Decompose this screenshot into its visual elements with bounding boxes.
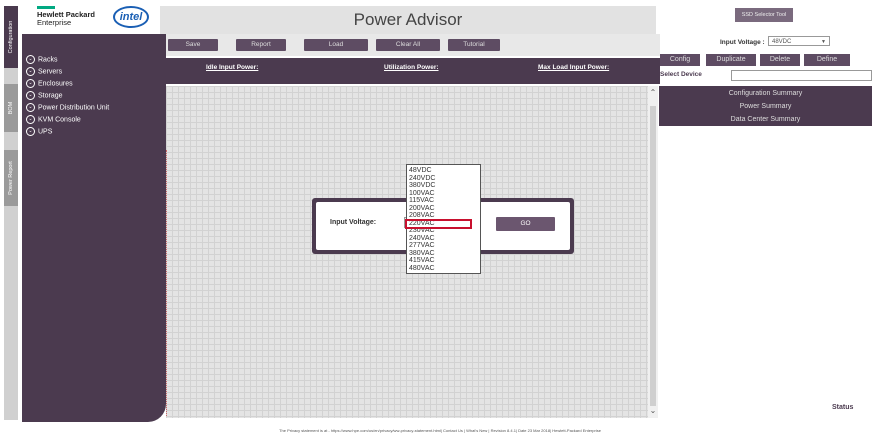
voltage-option[interactable]: 48VDC bbox=[409, 167, 432, 175]
scrollbar-thumb[interactable] bbox=[650, 106, 656, 406]
input-voltage-label: Input Voltage: bbox=[330, 219, 377, 226]
load-button[interactable]: Load bbox=[304, 39, 368, 51]
highlighted-option-outline bbox=[405, 219, 472, 229]
config-button[interactable]: Config bbox=[660, 54, 700, 66]
nav-item-pdu[interactable]: ⌄ Power Distribution Unit bbox=[26, 103, 109, 113]
chevron-down-icon: ⌄ bbox=[26, 67, 35, 76]
tab-configuration[interactable]: Configuration bbox=[4, 6, 18, 68]
voltage-option[interactable]: 380VDC bbox=[409, 182, 435, 190]
power-summary-link[interactable]: Power Summary bbox=[659, 103, 872, 110]
define-button[interactable]: Define bbox=[804, 54, 850, 66]
input-voltage-top-label: Input Voltage : bbox=[720, 39, 765, 46]
tab-bom[interactable]: BOM bbox=[4, 84, 18, 132]
nav-item-servers[interactable]: ⌄ Servers bbox=[26, 67, 62, 77]
voltage-option[interactable]: 415VAC bbox=[409, 257, 435, 265]
power-summary-bar bbox=[166, 58, 660, 84]
scroll-up-icon[interactable]: ⌃ bbox=[648, 88, 658, 97]
voltage-option[interactable]: 200VAC bbox=[409, 205, 435, 213]
configuration-summary-link[interactable]: Configuration Summary bbox=[659, 90, 872, 97]
data-center-summary-link[interactable]: Data Center Summary bbox=[659, 116, 872, 123]
idle-input-power-label: Idle Input Power: bbox=[206, 64, 259, 71]
voltage-option[interactable]: 480VAC bbox=[409, 265, 435, 273]
vertical-tab-strip bbox=[4, 6, 18, 420]
go-button[interactable]: GO bbox=[496, 217, 555, 231]
dropdown-arrow-icon: ▼ bbox=[821, 39, 826, 45]
nav-item-racks[interactable]: ⌄ Racks bbox=[26, 55, 57, 65]
chevron-down-icon: ⌄ bbox=[26, 127, 35, 136]
select-device-label: Select Device bbox=[660, 71, 702, 78]
select-device-dropdown[interactable] bbox=[731, 70, 872, 81]
footer-text: The Privacy statement is at - https://ww… bbox=[279, 428, 601, 433]
app-title: Power Advisor bbox=[353, 10, 463, 29]
ssd-selector-tool-button[interactable]: SSD Selector Tool bbox=[735, 8, 793, 22]
save-button[interactable]: Save bbox=[168, 39, 218, 51]
voltage-option[interactable]: 115VAC bbox=[409, 197, 434, 205]
delete-button[interactable]: Delete bbox=[760, 54, 800, 66]
scroll-down-icon[interactable]: ⌄ bbox=[648, 406, 658, 415]
max-load-input-power-label: Max Load Input Power: bbox=[538, 64, 610, 71]
voltage-option[interactable]: 240VAC bbox=[409, 235, 435, 243]
status-label: Status bbox=[832, 404, 854, 411]
chevron-down-icon: ⌄ bbox=[26, 55, 35, 64]
voltage-option[interactable]: 100VAC bbox=[409, 190, 435, 198]
nav-item-enclosures[interactable]: ⌄ Enclosures bbox=[26, 79, 73, 89]
report-button[interactable]: Report bbox=[236, 39, 286, 51]
nav-item-kvm-console[interactable]: ⌄ KVM Console bbox=[26, 115, 81, 125]
voltage-option[interactable]: 277VAC bbox=[409, 242, 435, 250]
nav-item-ups[interactable]: ⌄ UPS bbox=[26, 127, 52, 137]
clear-all-button[interactable]: Clear All bbox=[376, 39, 440, 51]
intel-logo: intel bbox=[113, 6, 149, 28]
hpe-logo-line2: Enterprise bbox=[37, 18, 72, 27]
chevron-down-icon: ⌄ bbox=[26, 115, 35, 124]
input-voltage-top-select[interactable]: 48VDC ▼ bbox=[768, 36, 830, 46]
chevron-down-icon: ⌄ bbox=[26, 91, 35, 100]
tutorial-button[interactable]: Tutorial bbox=[448, 39, 500, 51]
chevron-down-icon: ⌄ bbox=[26, 79, 35, 88]
voltage-option[interactable]: 380VAC bbox=[409, 250, 435, 258]
chevron-down-icon: ⌄ bbox=[26, 103, 35, 112]
voltage-option[interactable]: 240VDC bbox=[409, 175, 435, 183]
rack-unit-ruler bbox=[166, 150, 174, 416]
hpe-logo-bar bbox=[37, 6, 55, 9]
duplicate-button[interactable]: Duplicate bbox=[706, 54, 756, 66]
nav-item-storage[interactable]: ⌄ Storage bbox=[26, 91, 63, 101]
utilization-power-label: Utilization Power: bbox=[384, 64, 439, 71]
tab-power-report[interactable]: Power Report bbox=[4, 150, 18, 206]
